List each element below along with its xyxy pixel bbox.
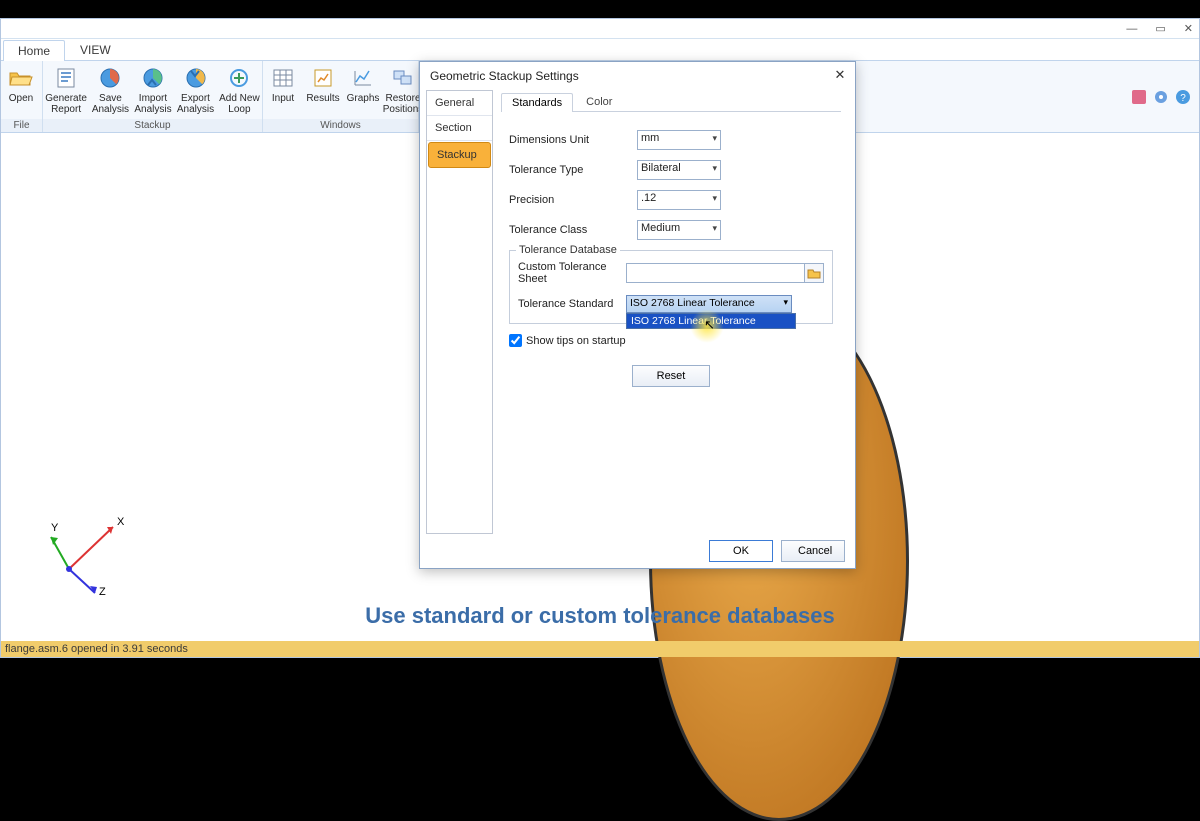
close-window-button[interactable]: ✕ xyxy=(1184,22,1193,35)
graphs-icon xyxy=(350,65,376,91)
tolerance-database-fieldset: Tolerance Database Custom Tolerance Shee… xyxy=(509,250,833,324)
tolerance-class-select[interactable]: Medium xyxy=(637,220,721,240)
input-button[interactable]: Input xyxy=(263,63,303,106)
main-tabs: Home VIEW xyxy=(1,39,1199,61)
export-pie-icon xyxy=(183,65,209,91)
axis-x-label: X xyxy=(117,516,125,528)
titlebar: — ▭ ✕ xyxy=(1,19,1199,39)
dialog-close-button[interactable]: ✕ xyxy=(831,67,849,85)
settings-dialog: Geometric Stackup Settings ✕ General Sec… xyxy=(419,61,856,569)
cancel-button[interactable]: Cancel xyxy=(781,540,845,562)
dimensions-unit-label: Dimensions Unit xyxy=(509,134,637,146)
restore-positions-label: Restore Positions xyxy=(383,93,424,115)
group-stackup-label: Stackup xyxy=(43,119,262,132)
tolerance-type-label: Tolerance Type xyxy=(509,164,637,176)
tolerance-standard-select[interactable]: ISO 2768 Linear Tolerance xyxy=(626,295,792,313)
ok-button[interactable]: OK xyxy=(709,540,773,562)
tolerance-class-label: Tolerance Class xyxy=(509,224,637,236)
add-loop-icon xyxy=(226,65,252,91)
save-analysis-button[interactable]: Save Analysis xyxy=(89,63,132,117)
tolerance-standard-dropdown: ISO 2768 Linear Tolerance xyxy=(626,313,796,329)
ribbon-right-icons: ? xyxy=(1131,61,1199,132)
dialog-nav: General Section Stackup xyxy=(426,90,493,534)
import-analysis-button[interactable]: Import Analysis xyxy=(132,63,175,117)
open-label: Open xyxy=(9,93,33,104)
precision-label: Precision xyxy=(509,194,637,206)
tolerance-type-select[interactable]: Bilateral xyxy=(637,160,721,180)
save-analysis-label: Save Analysis xyxy=(92,93,129,115)
generate-report-label: Generate Report xyxy=(45,93,87,115)
export-analysis-label: Export Analysis xyxy=(177,93,214,115)
custom-sheet-label: Custom Tolerance Sheet xyxy=(518,261,626,285)
add-new-loop-label: Add New Loop xyxy=(219,93,260,115)
group-windows-label: Windows xyxy=(263,119,418,132)
tab-home[interactable]: Home xyxy=(3,40,65,61)
results-label: Results xyxy=(306,93,339,104)
tolerance-database-legend: Tolerance Database xyxy=(516,244,620,256)
custom-sheet-input[interactable] xyxy=(626,263,805,283)
restore-positions-button[interactable]: Restore Positions xyxy=(383,63,423,117)
caption-text: Use standard or custom tolerance databas… xyxy=(1,603,1199,629)
status-text: flange.asm.6 opened in 3.91 seconds xyxy=(5,643,188,655)
graphs-button[interactable]: Graphs xyxy=(343,63,383,106)
generate-report-button[interactable]: Generate Report xyxy=(43,63,89,117)
precision-select[interactable]: .12 xyxy=(637,190,721,210)
minimize-button[interactable]: — xyxy=(1126,23,1137,35)
puzzle-icon[interactable] xyxy=(1131,89,1147,105)
svg-text:?: ? xyxy=(1180,93,1186,104)
gear-icon[interactable] xyxy=(1153,89,1169,105)
folder-icon xyxy=(807,267,821,279)
results-icon xyxy=(310,65,336,91)
export-analysis-button[interactable]: Export Analysis xyxy=(174,63,217,117)
help-icon[interactable]: ? xyxy=(1175,89,1191,105)
axis-gizmo: X Y Z xyxy=(41,507,131,597)
nav-stackup[interactable]: Stackup xyxy=(428,142,491,168)
results-button[interactable]: Results xyxy=(303,63,343,106)
maximize-button[interactable]: ▭ xyxy=(1155,22,1165,35)
browse-sheet-button[interactable] xyxy=(804,263,824,283)
tab-standards[interactable]: Standards xyxy=(501,93,573,112)
tolerance-standard-label: Tolerance Standard xyxy=(518,298,626,310)
import-analysis-label: Import Analysis xyxy=(134,93,171,115)
save-pie-icon xyxy=(97,65,123,91)
nav-general[interactable]: General xyxy=(427,91,492,116)
tab-view[interactable]: VIEW xyxy=(65,39,126,60)
show-tips-checkbox[interactable] xyxy=(509,334,522,347)
graphs-label: Graphs xyxy=(347,93,380,104)
add-new-loop-button[interactable]: Add New Loop xyxy=(217,63,262,117)
reset-button[interactable]: Reset xyxy=(632,365,710,387)
nav-section[interactable]: Section xyxy=(427,116,492,141)
statusbar: flange.asm.6 opened in 3.91 seconds xyxy=(1,641,1199,657)
report-icon xyxy=(53,65,79,91)
input-table-icon xyxy=(270,65,296,91)
restore-icon xyxy=(390,65,416,91)
axis-y-label: Y xyxy=(51,522,59,534)
show-tips-label: Show tips on startup xyxy=(526,335,626,347)
input-label: Input xyxy=(272,93,294,104)
import-pie-icon xyxy=(140,65,166,91)
open-button[interactable]: Open xyxy=(1,63,41,106)
group-file-label: File xyxy=(1,119,42,132)
tolerance-standard-option[interactable]: ISO 2768 Linear Tolerance xyxy=(627,314,795,328)
dialog-title: Geometric Stackup Settings xyxy=(430,69,579,83)
dialog-tabs: Standards Color xyxy=(501,90,841,112)
folder-open-icon xyxy=(8,65,34,91)
tab-color[interactable]: Color xyxy=(575,92,623,111)
axis-z-label: Z xyxy=(99,586,106,597)
dialog-titlebar: Geometric Stackup Settings ✕ xyxy=(420,62,855,90)
dimensions-unit-select[interactable]: mm xyxy=(637,130,721,150)
